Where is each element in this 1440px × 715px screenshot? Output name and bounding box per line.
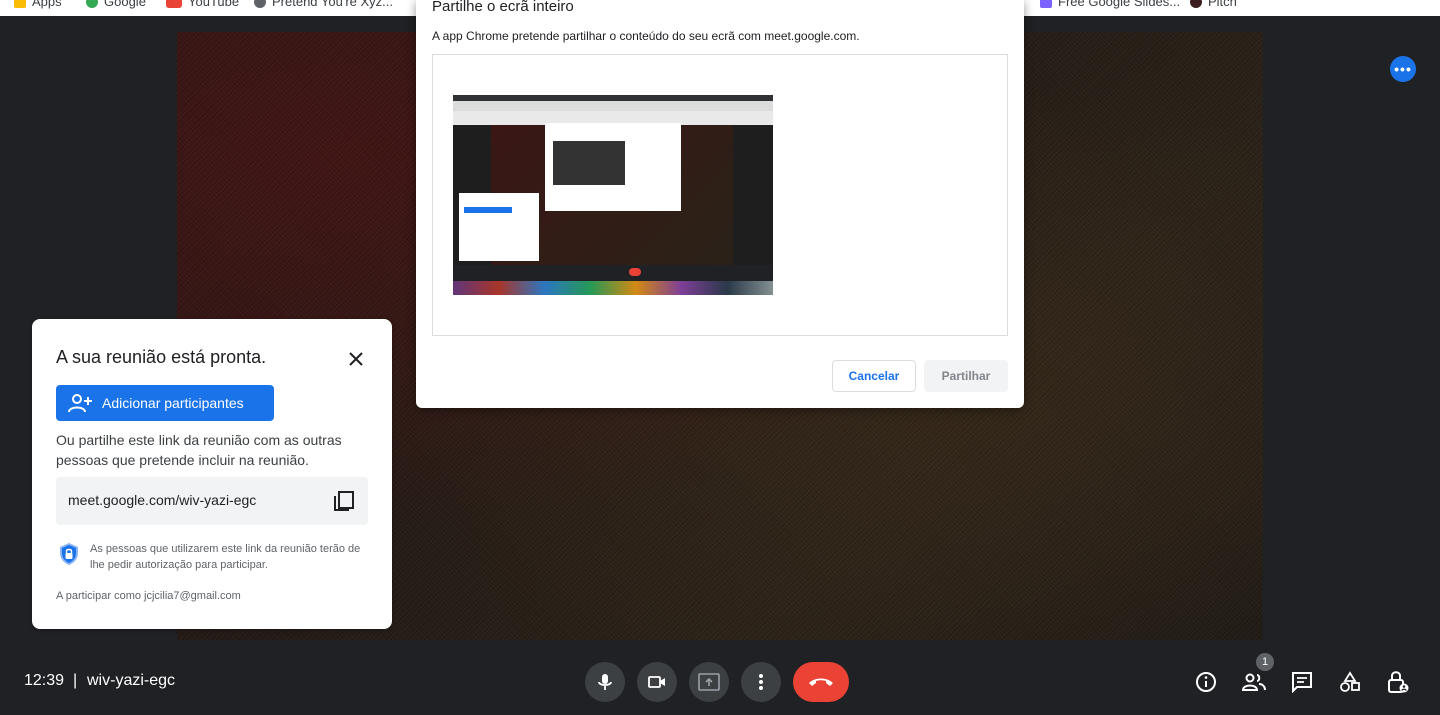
bookmark-apps[interactable]: Apps bbox=[14, 0, 62, 9]
meeting-code: wiv-yazi-egc bbox=[87, 672, 176, 689]
person-add-icon bbox=[68, 393, 92, 413]
present-screen-button[interactable] bbox=[689, 662, 729, 702]
current-time: 12:39 bbox=[24, 672, 65, 689]
participants-button[interactable] bbox=[1242, 670, 1266, 694]
bookmark-pretend[interactable]: Pretend You're Xyz... bbox=[254, 0, 393, 9]
share-dialog-description: A app Chrome pretende partilhar o conteú… bbox=[432, 29, 860, 43]
lock-person-icon bbox=[1388, 671, 1409, 693]
copy-link-button[interactable] bbox=[332, 489, 356, 513]
tile-more-options-button[interactable]: ••• bbox=[1390, 56, 1416, 82]
cancel-button[interactable]: Cancelar bbox=[832, 360, 916, 392]
info-icon bbox=[1196, 672, 1216, 692]
close-button[interactable] bbox=[344, 347, 368, 371]
close-icon bbox=[349, 352, 363, 366]
separator: | bbox=[73, 672, 78, 689]
share-button[interactable]: Partilhar bbox=[924, 360, 1008, 392]
meeting-ready-panel: A sua reunião está pronta. Adicionar par… bbox=[32, 319, 392, 629]
shield-lock-icon bbox=[60, 543, 78, 565]
screen-preview-area bbox=[432, 54, 1008, 336]
google-icon bbox=[86, 0, 98, 8]
present-to-all-icon bbox=[698, 673, 720, 691]
host-controls-button[interactable] bbox=[1386, 670, 1410, 694]
screen-thumbnail[interactable] bbox=[453, 95, 773, 295]
shapes-icon bbox=[1340, 671, 1360, 692]
security-note: As pessoas que utilizarem este link da r… bbox=[90, 543, 361, 571]
slides-icon bbox=[1040, 0, 1052, 8]
videocam-icon bbox=[648, 676, 665, 688]
bookmark-slides[interactable]: Free Google Slides... bbox=[1040, 0, 1180, 9]
people-icon bbox=[1242, 673, 1266, 691]
bookmark-youtube[interactable]: YouTube bbox=[166, 0, 239, 9]
meeting-link-box: meet.google.com/wiv-yazi-egc bbox=[56, 477, 368, 525]
bookmark-google[interactable]: Google bbox=[86, 0, 146, 9]
globe-icon bbox=[254, 0, 266, 8]
add-participants-button[interactable]: Adicionar participantes bbox=[56, 385, 274, 421]
meeting-ready-title: A sua reunião está pronta. bbox=[56, 347, 267, 367]
share-screen-dialog: Partilhe o ecrã inteiro A app Chrome pre… bbox=[416, 0, 1024, 408]
bookmark-pitch[interactable]: Pitch bbox=[1190, 0, 1237, 9]
meeting-details-button[interactable] bbox=[1194, 670, 1218, 694]
share-dialog-title: Partilhe o ecrã inteiro bbox=[432, 0, 574, 15]
copy-icon bbox=[334, 491, 354, 511]
leave-call-button[interactable] bbox=[793, 662, 849, 702]
share-link-description: Ou partilhe este link da reunião com as … bbox=[56, 432, 342, 468]
more-options-button[interactable] bbox=[741, 662, 781, 702]
microphone-icon bbox=[598, 674, 612, 690]
chat-button[interactable] bbox=[1290, 670, 1314, 694]
more-vert-icon bbox=[759, 674, 763, 690]
microphone-button[interactable] bbox=[585, 662, 625, 702]
meeting-link[interactable]: meet.google.com/wiv-yazi-egc bbox=[68, 492, 256, 508]
camera-button[interactable] bbox=[637, 662, 677, 702]
activities-button[interactable] bbox=[1338, 670, 1362, 694]
more-horiz-icon: ••• bbox=[1394, 61, 1412, 77]
joined-as-text: A participar como jcjcilia7@gmail.com bbox=[56, 590, 241, 602]
chat-icon bbox=[1292, 672, 1312, 693]
participants-count-badge: 1 bbox=[1256, 653, 1274, 671]
call-end-icon bbox=[809, 678, 833, 686]
bottom-control-bar: 12:39 | wiv-yazi-egc 1 bbox=[0, 642, 1440, 715]
apps-icon bbox=[14, 0, 26, 8]
pitch-icon bbox=[1190, 0, 1202, 8]
youtube-icon bbox=[166, 0, 182, 8]
